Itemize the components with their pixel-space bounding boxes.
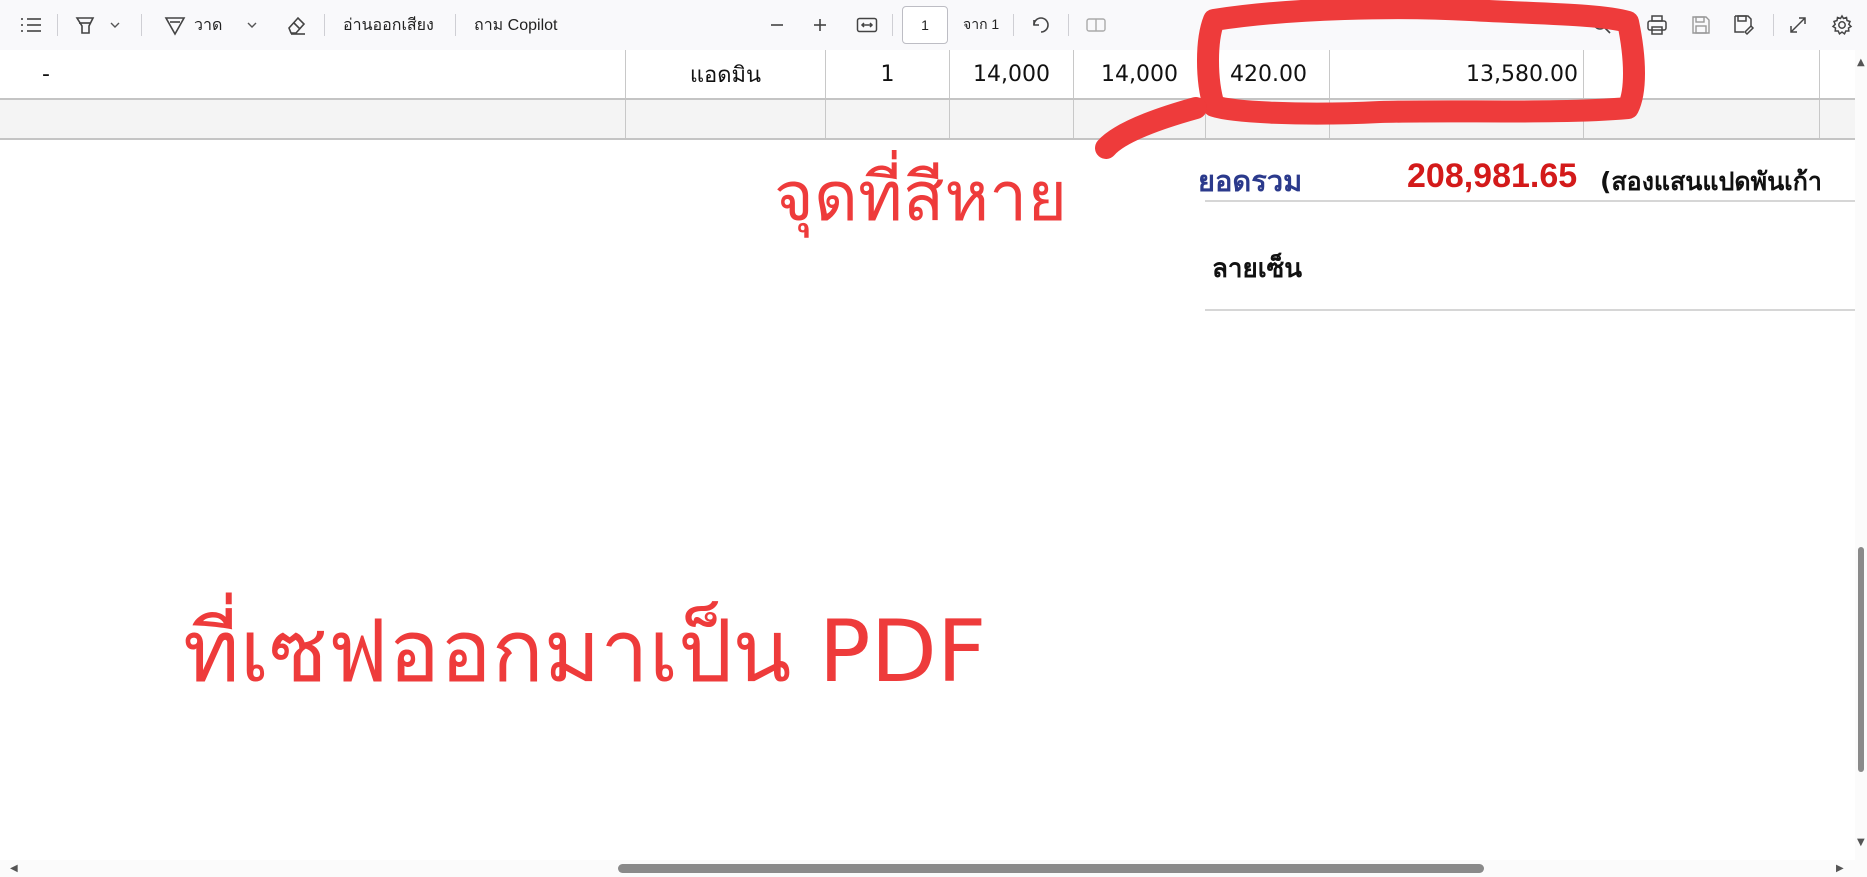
scroll-down-arrow-icon[interactable]: ▼ [1857, 838, 1865, 848]
gear-icon [1831, 14, 1853, 36]
read-aloud-button[interactable]: อ่านออกเสียง [343, 0, 434, 50]
discount-cell: 420.00 [1206, 50, 1330, 99]
horizontal-scrollbar[interactable]: ◀ ▶ [0, 860, 1867, 877]
toolbar-divider [141, 14, 142, 36]
empty-cell [1584, 100, 1820, 138]
toolbar-divider [1013, 14, 1014, 36]
item-name-cell: - [0, 50, 626, 99]
page-number-field[interactable]: 1 [902, 0, 948, 50]
empty-cell [0, 100, 626, 138]
empty-cell [826, 100, 950, 138]
toolbar-divider [1773, 14, 1774, 36]
page-count: จาก 1 [963, 0, 999, 50]
price-cell: 14,000 [950, 50, 1074, 99]
two-page-view-button[interactable] [1085, 0, 1107, 50]
rotate-icon [1030, 14, 1052, 36]
expand-icon [1788, 15, 1808, 35]
draw-options-button[interactable] [246, 0, 258, 50]
scroll-left-arrow-icon[interactable]: ◀ [10, 864, 18, 874]
total-in-words: (สองแสนแปดพันเก้า [1600, 167, 1822, 196]
empty-cell [1074, 100, 1206, 138]
page-of-label: จาก 1 [963, 16, 1000, 32]
ask-copilot-button[interactable]: ถาม Copilot [474, 0, 557, 50]
erase-button[interactable] [285, 0, 307, 50]
total-label: ยอดรวม [1198, 164, 1303, 198]
table-of-contents-icon [20, 16, 42, 34]
minus-icon [768, 16, 786, 34]
read-aloud-label: อ่านออกเสียง [343, 16, 434, 34]
empty-cell [1206, 100, 1330, 138]
empty-cell [1330, 100, 1584, 138]
ask-copilot-label: ถาม Copilot [474, 16, 558, 34]
page-number-input[interactable]: 1 [902, 6, 948, 44]
signature-line [1205, 309, 1855, 311]
save-as-icon [1733, 14, 1755, 36]
zoom-out-button[interactable] [768, 0, 786, 50]
draw-button[interactable]: วาด [164, 0, 222, 50]
eraser-icon [285, 14, 307, 36]
print-icon [1646, 14, 1668, 36]
user-cell: แอดมิน [626, 50, 826, 99]
annotation-saved-pdf: ที่เซฟออกมาเป็น PDF [183, 602, 987, 702]
toolbar-divider [455, 14, 456, 36]
highlight-options-button[interactable] [109, 0, 121, 50]
toolbar-divider [324, 14, 325, 36]
chevron-down-icon [246, 20, 258, 30]
total-divider [1205, 200, 1855, 202]
annotation-color-lost: จุดที่สีหาย [774, 158, 1068, 237]
vertical-scrollbar[interactable]: ▲ ▼ [1855, 50, 1867, 860]
quantity-cell: 1 [826, 50, 950, 99]
table-row: - แอดมิน 1 14,000 14,000 420.00 13,580.0… [0, 50, 1855, 99]
search-button[interactable] [1592, 0, 1612, 50]
net-amount-cell: 13,580.00 [1330, 50, 1584, 99]
empty-cell [626, 100, 826, 138]
empty-cell [950, 100, 1074, 138]
toolbar-divider [57, 14, 58, 36]
zoom-in-button[interactable] [811, 0, 829, 50]
toolbar-divider [892, 14, 893, 36]
draw-label: วาด [194, 16, 223, 34]
amount-cell: 14,000 [1074, 50, 1206, 99]
print-button[interactable] [1646, 0, 1668, 50]
search-icon [1592, 15, 1612, 35]
highlight-button[interactable] [74, 0, 96, 50]
full-screen-button[interactable] [1788, 0, 1808, 50]
fit-width-icon [856, 16, 878, 34]
scroll-right-arrow-icon[interactable]: ▶ [1836, 864, 1844, 874]
signature-label: ลายเซ็น [1212, 254, 1303, 284]
plus-icon [811, 16, 829, 34]
scroll-up-arrow-icon[interactable]: ▲ [1857, 58, 1865, 68]
toolbar-divider [1068, 14, 1069, 36]
total-value: 208,981.65 [1407, 157, 1578, 195]
empty-cell [1584, 50, 1820, 99]
pen-icon [164, 14, 186, 36]
settings-button[interactable] [1831, 0, 1853, 50]
highlighter-icon [74, 14, 96, 36]
contents-button[interactable] [20, 0, 42, 50]
chevron-down-icon [109, 20, 121, 30]
pdf-toolbar: วาด อ่านออกเสียง ถาม Copilot 1 จาก 1 [0, 0, 1867, 50]
table-row-empty [0, 100, 1855, 138]
fit-width-button[interactable] [856, 0, 878, 50]
save-button[interactable] [1691, 0, 1711, 50]
vertical-scroll-thumb[interactable] [1858, 547, 1864, 772]
save-as-button[interactable] [1733, 0, 1755, 50]
page-view-icon [1085, 16, 1107, 34]
table-bottom-border [0, 138, 1855, 140]
rotate-button[interactable] [1030, 0, 1052, 50]
save-icon [1691, 15, 1711, 35]
horizontal-scroll-thumb[interactable] [618, 864, 1484, 873]
